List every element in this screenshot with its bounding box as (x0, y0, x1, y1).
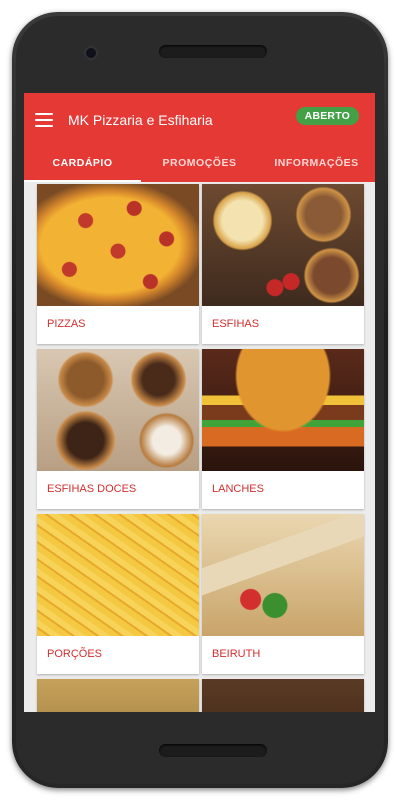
app-bar: MK Pizzaria e Esfiharia ABERTO (24, 93, 375, 146)
category-card-partial[interactable] (37, 679, 199, 712)
category-card-esfihas[interactable]: ESFIHAS (202, 184, 364, 344)
category-label: ESFIHAS (212, 318, 260, 330)
app-screen: MK Pizzaria e Esfiharia ABERTO CARDÁPIO … (24, 93, 375, 712)
category-label: ESFIHAS DOCES (47, 483, 137, 495)
category-card-partial[interactable] (202, 679, 364, 712)
tab-cardapio[interactable]: CARDÁPIO (24, 146, 141, 182)
status-badge: ABERTO (295, 107, 359, 125)
drinks-image (202, 679, 364, 712)
category-card-pizzas[interactable]: PIZZAS (37, 184, 199, 344)
hamburger-menu-icon[interactable] (35, 112, 53, 127)
beiruth-image (202, 514, 364, 636)
category-label: BEIRUTH (212, 648, 261, 660)
category-card-porcoes[interactable]: PORÇÕES (37, 514, 199, 674)
pizza-image (37, 184, 199, 306)
sweet-esfiha-image (37, 349, 199, 471)
front-camera (86, 48, 96, 58)
category-label: LANCHES (212, 483, 264, 495)
tab-bar: CARDÁPIO PROMOÇÕES INFORMAÇÕES (24, 146, 375, 182)
bottom-speaker (159, 744, 267, 757)
category-card-esfihas-doces[interactable]: ESFIHAS DOCES (37, 349, 199, 509)
app-title: MK Pizzaria e Esfiharia (68, 111, 213, 128)
tab-informacoes[interactable]: INFORMAÇÕES (258, 146, 375, 182)
drinks-image (37, 679, 199, 712)
fries-image (37, 514, 199, 636)
category-card-beiruth[interactable]: BEIRUTH (202, 514, 364, 674)
esfiha-image (202, 184, 364, 306)
tab-promocoes[interactable]: PROMOÇÕES (141, 146, 258, 182)
burger-image (202, 349, 364, 471)
category-label: PIZZAS (47, 318, 86, 330)
category-card-lanches[interactable]: LANCHES (202, 349, 364, 509)
top-speaker (159, 45, 267, 58)
category-label: PORÇÕES (47, 648, 103, 660)
